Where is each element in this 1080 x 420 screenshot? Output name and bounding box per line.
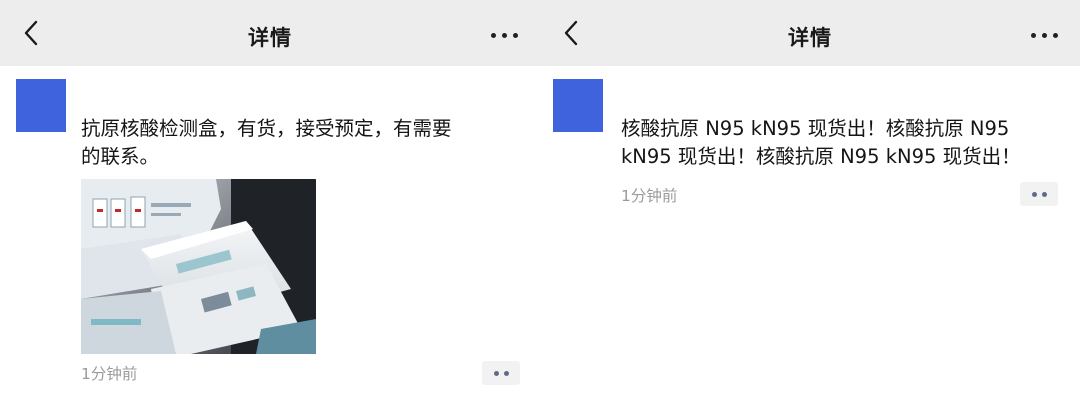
page-title: 详情 <box>788 26 832 50</box>
detail-panel-right: 详情 核酸抗原 N95 kN95 现货出！核酸抗原 N95 kN95 现货出！核… <box>540 0 1080 420</box>
post-text: 核酸抗原 N95 kN95 现货出！核酸抗原 N95 kN95 现货出！核酸抗原… <box>621 117 1021 168</box>
comment-dots-icon[interactable] <box>482 361 520 385</box>
navigation-bar: 详情 <box>0 0 540 66</box>
comment-dots-icon[interactable] <box>1020 182 1058 206</box>
post-text: 抗原核酸检测盒，有货，接受预定，有需要 的联系。 <box>81 117 452 168</box>
avatar[interactable] <box>16 79 66 132</box>
more-dots-icon[interactable] <box>1031 30 1058 40</box>
detail-panel-left: 详情 抗原核酸检测盒，有货，接受预定，有需要 的联系。 1分钟前 <box>0 0 540 420</box>
page-title: 详情 <box>248 26 292 50</box>
navigation-bar: 详情 <box>540 0 1080 66</box>
avatar[interactable] <box>553 79 603 132</box>
post-time: 1分钟前 <box>621 187 678 205</box>
test-kit-boxes-photo[interactable] <box>81 179 316 354</box>
post-time: 1分钟前 <box>81 365 138 383</box>
more-dots-icon[interactable] <box>491 30 518 40</box>
